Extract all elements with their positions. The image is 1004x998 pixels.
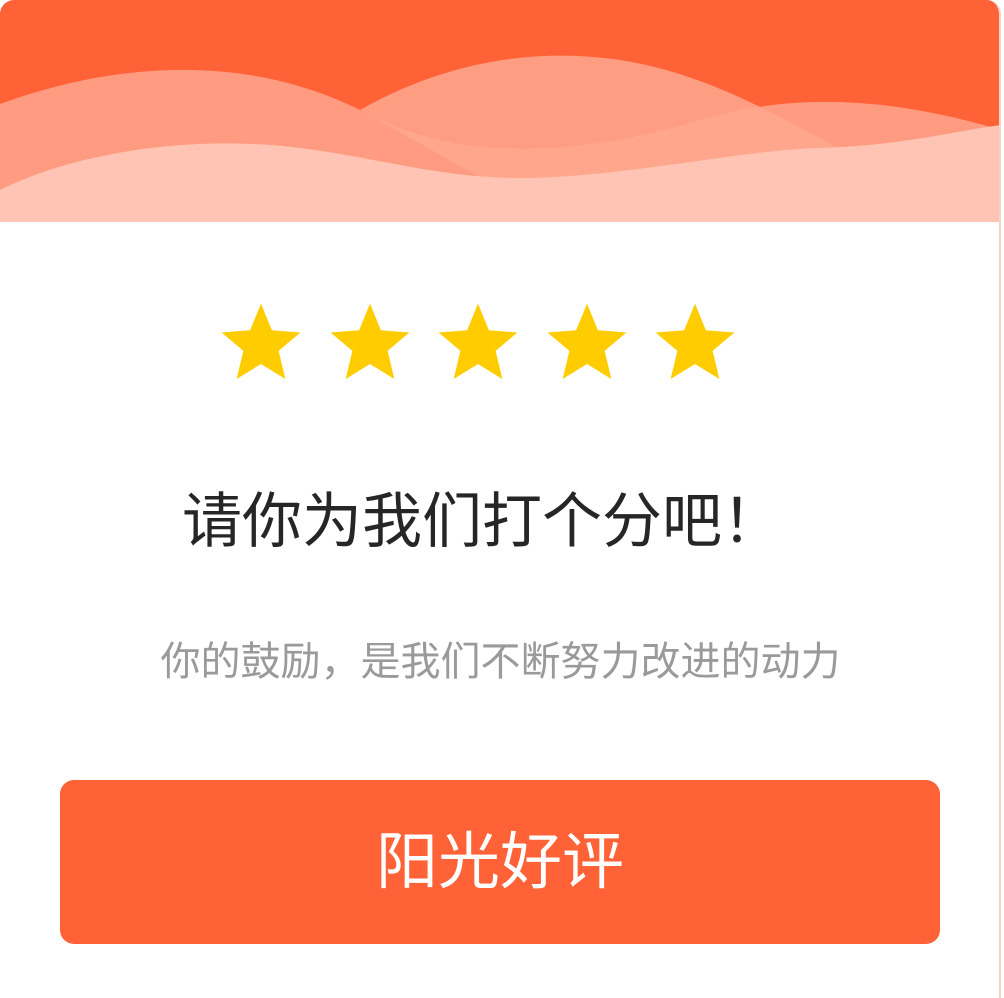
star-rating[interactable]: [216, 298, 740, 390]
rating-dialog: 请你为我们打个分吧！ 你的鼓励，是我们不断努力改进的动力 阳光好评: [0, 0, 1001, 998]
star-icon[interactable]: [650, 298, 740, 388]
star-icon[interactable]: [542, 298, 632, 388]
star-icon[interactable]: [433, 298, 523, 388]
wave-illustration: [0, 0, 999, 222]
dialog-subtitle: 你的鼓励，是我们不断努力改进的动力: [160, 639, 841, 685]
star-icon[interactable]: [325, 298, 415, 388]
positive-review-button[interactable]: 阳光好评: [60, 780, 940, 944]
wave-header: [0, 0, 999, 222]
star-icon[interactable]: [216, 298, 306, 388]
dialog-title: 请你为我们打个分吧！: [182, 487, 782, 557]
